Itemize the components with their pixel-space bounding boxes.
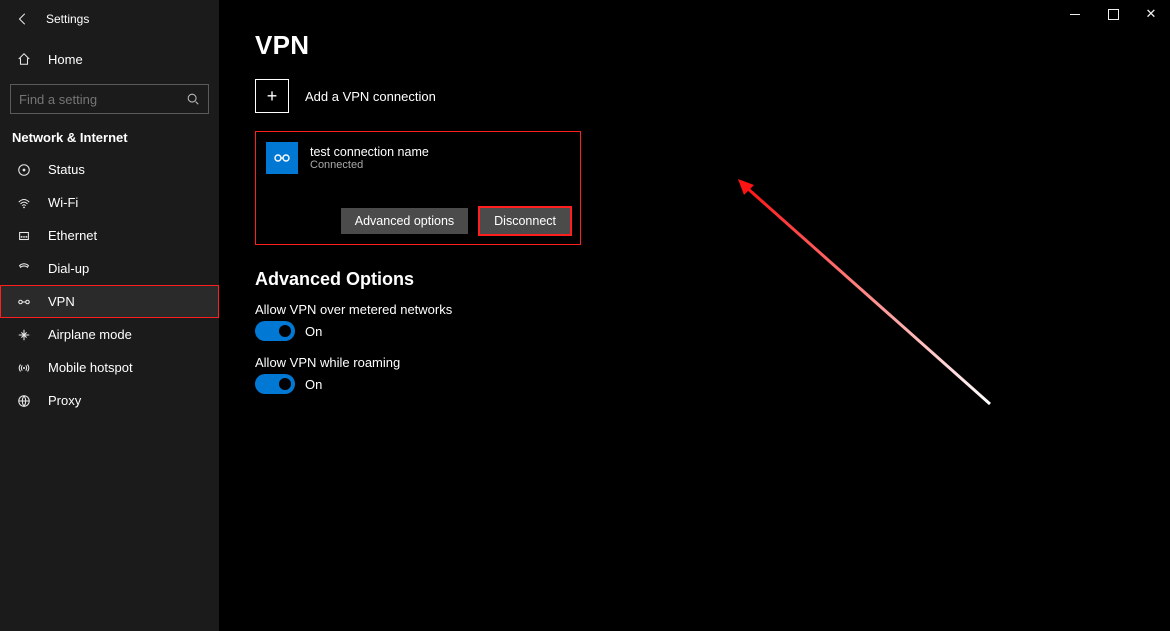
vpn-connection-status: Connected xyxy=(310,159,429,171)
status-icon xyxy=(16,162,32,178)
sidebar-group-title: Network & Internet xyxy=(0,114,219,153)
sidebar-item-label: Wi-Fi xyxy=(48,195,78,210)
advanced-options-button[interactable]: Advanced options xyxy=(341,208,468,234)
sidebar-item-home[interactable]: Home xyxy=(0,42,219,76)
sidebar-item-status[interactable]: Status xyxy=(0,153,219,186)
window-maximize-button[interactable] xyxy=(1094,0,1132,28)
sidebar-item-label: Ethernet xyxy=(48,228,97,243)
metered-toggle-state: On xyxy=(305,324,322,339)
add-vpn-row[interactable]: + Add a VPN connection xyxy=(255,79,919,113)
vpn-connection-name: test connection name xyxy=(310,145,429,159)
sidebar-item-airplane[interactable]: Airplane mode xyxy=(0,318,219,351)
sidebar-item-label: Status xyxy=(48,162,85,177)
plus-icon: + xyxy=(255,79,289,113)
hotspot-icon xyxy=(16,360,32,376)
sidebar-item-wifi[interactable]: Wi-Fi xyxy=(0,186,219,219)
roaming-setting-label: Allow VPN while roaming xyxy=(255,355,919,370)
advanced-options-title: Advanced Options xyxy=(255,269,919,290)
metered-setting-label: Allow VPN over metered networks xyxy=(255,302,919,317)
vpn-connection-card[interactable]: test connection name Connected Advanced … xyxy=(255,131,581,245)
add-vpn-label: Add a VPN connection xyxy=(305,89,436,104)
sidebar-item-label: VPN xyxy=(48,294,75,309)
page-title: VPN xyxy=(255,30,919,61)
home-icon xyxy=(16,51,32,67)
titlebar-left: Settings xyxy=(0,4,219,34)
window-controls: ✕ xyxy=(1056,0,1170,28)
sidebar-item-label: Proxy xyxy=(48,393,81,408)
proxy-icon xyxy=(16,393,32,409)
back-arrow-icon[interactable] xyxy=(16,12,30,26)
sidebar-item-ethernet[interactable]: Ethernet xyxy=(0,219,219,252)
sidebar-item-vpn[interactable]: VPN xyxy=(0,285,219,318)
airplane-icon xyxy=(16,327,32,343)
search-icon xyxy=(186,92,200,106)
vpn-connection-icon xyxy=(266,142,298,174)
app-title: Settings xyxy=(46,12,89,26)
search-input[interactable] xyxy=(10,84,209,114)
roaming-toggle[interactable] xyxy=(255,374,295,394)
sidebar-item-label: Dial-up xyxy=(48,261,89,276)
search-field[interactable] xyxy=(19,92,186,107)
sidebar-item-dialup[interactable]: Dial-up xyxy=(0,252,219,285)
sidebar-item-label: Mobile hotspot xyxy=(48,360,133,375)
roaming-toggle-state: On xyxy=(305,377,322,392)
disconnect-button[interactable]: Disconnect xyxy=(480,208,570,234)
wifi-icon xyxy=(16,195,32,211)
sidebar-item-proxy[interactable]: Proxy xyxy=(0,384,219,417)
sidebar: Settings Home Network & Internet Status … xyxy=(0,0,219,631)
main-area: ✕ VPN + Add a VPN connection test connec… xyxy=(219,0,1170,631)
metered-toggle[interactable] xyxy=(255,321,295,341)
window-close-button[interactable]: ✕ xyxy=(1132,0,1170,28)
vpn-icon xyxy=(16,294,32,310)
sidebar-item-label: Airplane mode xyxy=(48,327,132,342)
window-minimize-button[interactable] xyxy=(1056,0,1094,28)
home-label: Home xyxy=(48,52,83,67)
dialup-icon xyxy=(16,261,32,277)
sidebar-item-hotspot[interactable]: Mobile hotspot xyxy=(0,351,219,384)
ethernet-icon xyxy=(16,228,32,244)
